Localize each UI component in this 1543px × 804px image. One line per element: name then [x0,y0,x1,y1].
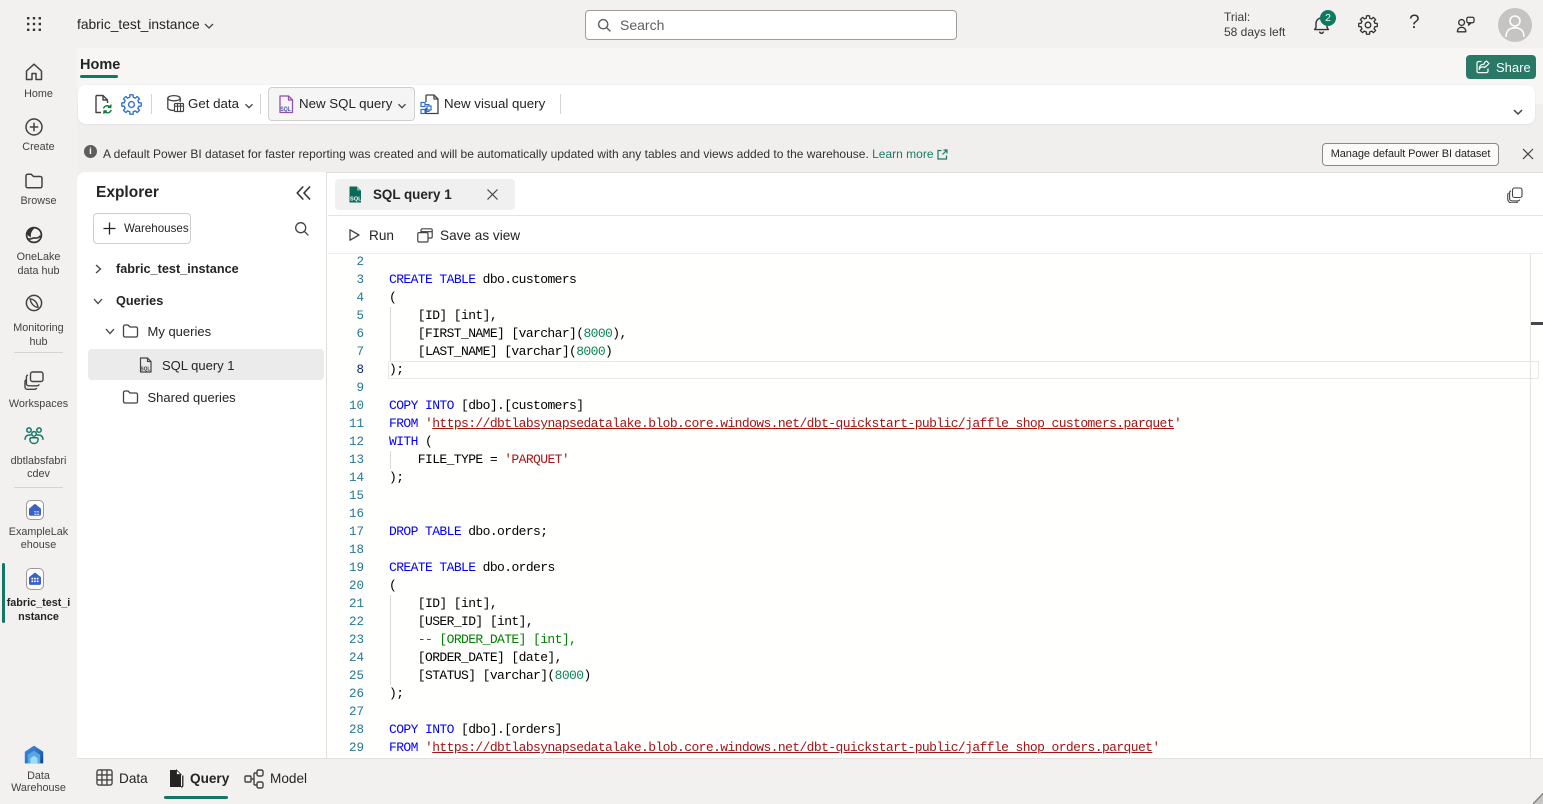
svg-text:SQL: SQL [350,196,362,202]
svg-text:SQL: SQL [280,106,291,113]
svg-text:SQL: SQL [140,366,150,372]
